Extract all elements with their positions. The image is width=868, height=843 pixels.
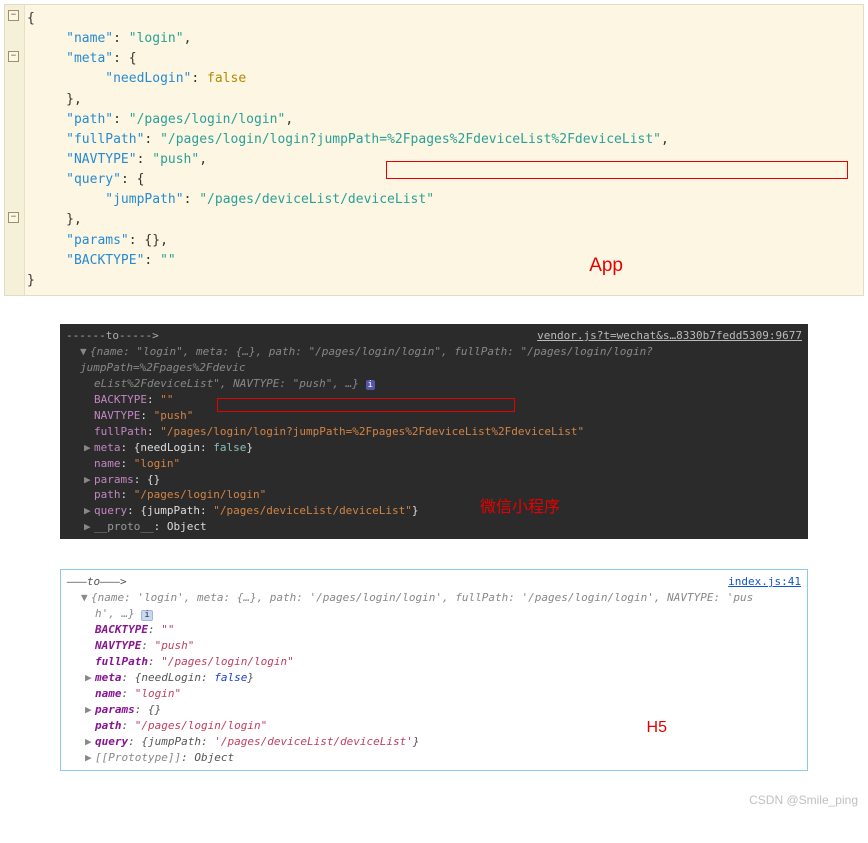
gutter: − − − bbox=[5, 5, 25, 295]
code-body: { "name": "login", "meta": { "needLogin"… bbox=[27, 9, 863, 291]
wechat-devtools-panel: ------to-----> vendor.js?t=wechat&s…8330b… bbox=[60, 324, 808, 539]
fold-icon[interactable]: − bbox=[8, 212, 19, 223]
log-header: ------to-----> bbox=[66, 329, 159, 342]
h5-label: H5 bbox=[647, 716, 667, 739]
highlight-box bbox=[386, 161, 848, 179]
fold-icon[interactable]: − bbox=[8, 10, 19, 21]
highlight-box bbox=[217, 398, 515, 412]
log-header: ———to———> bbox=[67, 575, 127, 588]
expand-icon[interactable]: ▶ bbox=[84, 440, 94, 456]
expand-icon[interactable]: ▼ bbox=[81, 590, 91, 606]
app-label: App bbox=[589, 251, 623, 280]
expand-icon[interactable]: ▶ bbox=[84, 472, 94, 488]
expand-icon[interactable]: ▶ bbox=[84, 503, 94, 519]
info-chip-icon[interactable]: i bbox=[366, 380, 375, 390]
expand-icon[interactable]: ▶ bbox=[85, 734, 95, 750]
fold-icon[interactable]: − bbox=[8, 51, 19, 62]
source-link[interactable]: vendor.js?t=wechat&s…8330b7fedd5309:9677 bbox=[537, 328, 802, 344]
expand-icon[interactable]: ▶ bbox=[85, 750, 95, 766]
h5-devtools-panel: ———to———>index.js:41 ▼{name: 'login', me… bbox=[60, 569, 808, 770]
app-json-panel: − − − { "name": "login", "meta": { "need… bbox=[4, 4, 864, 296]
info-chip-icon[interactable]: i bbox=[141, 610, 152, 621]
source-link[interactable]: index.js:41 bbox=[728, 574, 801, 590]
expand-icon[interactable]: ▶ bbox=[85, 702, 95, 718]
expand-icon[interactable]: ▼ bbox=[80, 344, 90, 360]
watermark: CSDN @Smile_ping bbox=[0, 791, 868, 815]
expand-icon[interactable]: ▶ bbox=[85, 670, 95, 686]
wechat-label: 微信小程序 bbox=[480, 496, 560, 519]
expand-icon[interactable]: ▶ bbox=[84, 519, 94, 535]
